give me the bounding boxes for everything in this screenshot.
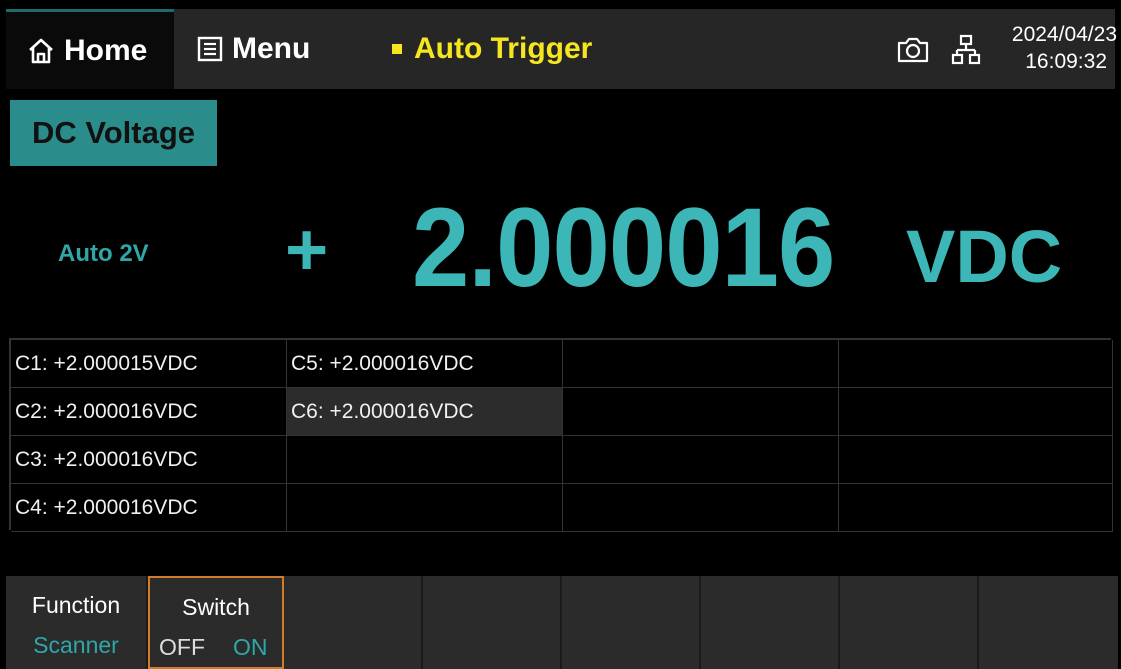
trigger-indicator <box>392 44 402 54</box>
function-softkey-title: Function <box>31 592 121 618</box>
tab-menu[interactable]: Menu <box>174 9 354 89</box>
camera-icon[interactable] <box>896 34 930 64</box>
reading-sign: + <box>285 208 329 291</box>
channel-cell-empty <box>839 388 1113 436</box>
range-label: Auto 2V <box>58 240 149 267</box>
channel-grid: C1: +2.000015VDC C5: +2.000016VDC C2: +2… <box>9 338 1113 532</box>
home-label: Home <box>64 33 148 67</box>
channel-cell-c3[interactable]: C3: +2.000016VDC <box>11 436 287 484</box>
reading-unit: VDC <box>906 215 1063 298</box>
channel-cell-c1[interactable]: C1: +2.000015VDC <box>11 340 287 388</box>
channel-cell-c5[interactable]: C5: +2.000016VDC <box>287 340 563 388</box>
date-text: 2024/04/23 <box>1011 23 1117 46</box>
channel-cell-empty <box>563 484 839 532</box>
network-icon <box>951 34 981 65</box>
top-bar: Home Menu Auto Trigger 2024/04/23 16:09:… <box>6 9 1117 89</box>
time-text: 16:09:32 <box>1025 50 1107 73</box>
channel-cell-c6[interactable]: C6: +2.000016VDC <box>287 388 563 436</box>
function-softkey-value: Scanner <box>33 632 119 658</box>
trigger-label: Auto Trigger <box>414 32 593 65</box>
function-name: DC Voltage <box>31 115 196 150</box>
switch-softkey-title: Switch <box>182 594 250 620</box>
softkey-empty[interactable] <box>701 576 840 669</box>
tab-home[interactable]: Home <box>6 9 174 89</box>
channel-cell-empty <box>563 436 839 484</box>
switch-off-option: OFF <box>159 634 205 660</box>
softkey-bar: Function Scanner Switch OFF ON <box>6 576 1118 669</box>
menu-label: Menu <box>232 32 311 65</box>
trigger-status: Auto Trigger <box>392 9 592 89</box>
switch-softkey[interactable]: Switch OFF ON <box>148 576 284 669</box>
channel-cell-empty <box>839 436 1113 484</box>
function-badge: DC Voltage <box>10 100 217 166</box>
channel-cell-empty <box>563 388 839 436</box>
channel-cell-empty <box>287 484 563 532</box>
channel-cell-empty <box>287 436 563 484</box>
menu-list-icon <box>197 36 223 62</box>
softkey-empty[interactable] <box>979 576 1118 669</box>
datetime: 2024/04/23 16:09:32 <box>991 21 1117 75</box>
function-softkey[interactable]: Function Scanner <box>6 576 148 669</box>
dmm-screen: Home Menu Auto Trigger 2024/04/23 16:09:… <box>0 0 1121 669</box>
channel-cell-empty <box>839 484 1113 532</box>
switch-on-option: ON <box>233 634 268 660</box>
softkey-empty[interactable] <box>840 576 979 669</box>
channel-cell-empty <box>563 340 839 388</box>
reading-value: 2.000016 <box>412 185 835 310</box>
softkey-empty[interactable] <box>423 576 562 669</box>
softkey-empty[interactable] <box>284 576 423 669</box>
channel-cell-c2[interactable]: C2: +2.000016VDC <box>11 388 287 436</box>
channel-cell-c4[interactable]: C4: +2.000016VDC <box>11 484 287 532</box>
softkey-empty[interactable] <box>562 576 701 669</box>
home-icon <box>29 38 53 63</box>
channel-cell-empty <box>839 340 1113 388</box>
